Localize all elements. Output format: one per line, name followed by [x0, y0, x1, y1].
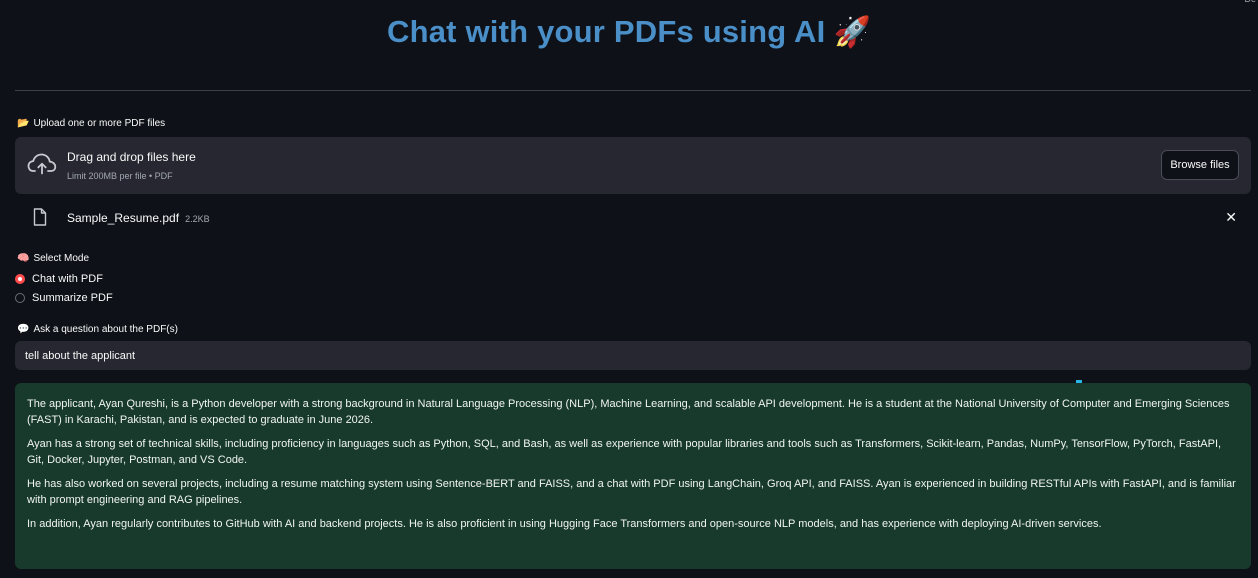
radio-button[interactable]	[15, 293, 25, 303]
uploaded-file-item: Sample_Resume.pdf 2.2KB ✕	[15, 205, 1251, 231]
file-size: 2.2KB	[185, 214, 210, 224]
mode-label-text: Select Mode	[33, 253, 90, 264]
answer-paragraph: He has also worked on several projects, …	[27, 478, 1236, 506]
answer-paragraph: The applicant, Ayan Qureshi, is a Python…	[27, 398, 1230, 426]
radio-label: Chat with PDF	[32, 273, 103, 285]
cloud-upload-icon	[27, 153, 57, 175]
file-dropzone[interactable]: Drag and drop files here Limit 200MB per…	[15, 137, 1251, 194]
file-name: Sample_Resume.pdf 2.2KB	[67, 211, 210, 225]
file-icon	[33, 208, 47, 226]
question-input[interactable]	[15, 341, 1251, 370]
page-title: Chat with your PDFs using AI 🚀	[0, 14, 1258, 50]
radio-label: Summarize PDF	[32, 292, 113, 304]
file-name-text: Sample_Resume.pdf	[67, 211, 180, 225]
question-label: 💬 Ask a question about the PDF(s)	[17, 324, 178, 335]
uploader-label: 📂 Upload one or more PDF files	[17, 118, 165, 129]
browse-files-button[interactable]: Browse files	[1161, 150, 1239, 180]
question-label-text: Ask a question about the PDF(s)	[33, 324, 178, 335]
dropzone-title: Drag and drop files here	[67, 150, 196, 164]
radio-summarize-pdf[interactable]: Summarize PDF	[15, 292, 113, 304]
uploader-label-text: Upload one or more PDF files	[33, 118, 166, 129]
remove-file-icon[interactable]: ✕	[1225, 209, 1237, 226]
divider	[15, 90, 1251, 91]
mode-label: 🧠 Select Mode	[17, 253, 89, 264]
radio-chat-with-pdf[interactable]: Chat with PDF	[15, 273, 103, 285]
speech-bubble-icon: 💬	[17, 324, 30, 335]
rocket-icon: 🚀	[833, 16, 872, 49]
folder-icon: 📂	[17, 118, 30, 129]
answer-paragraph: Ayan has a strong set of technical skill…	[27, 438, 1222, 466]
answer-paragraph: In addition, Ayan regularly contributes …	[27, 518, 1102, 530]
top-right-corner-text: De	[1244, 0, 1256, 4]
dropzone-limit: Limit 200MB per file • PDF	[67, 171, 173, 181]
answer-box: The applicant, Ayan Qureshi, is a Python…	[15, 383, 1251, 569]
radio-button-selected[interactable]	[15, 274, 25, 284]
page-title-text: Chat with your PDFs using AI	[386, 14, 826, 49]
brain-icon: 🧠	[17, 253, 30, 264]
